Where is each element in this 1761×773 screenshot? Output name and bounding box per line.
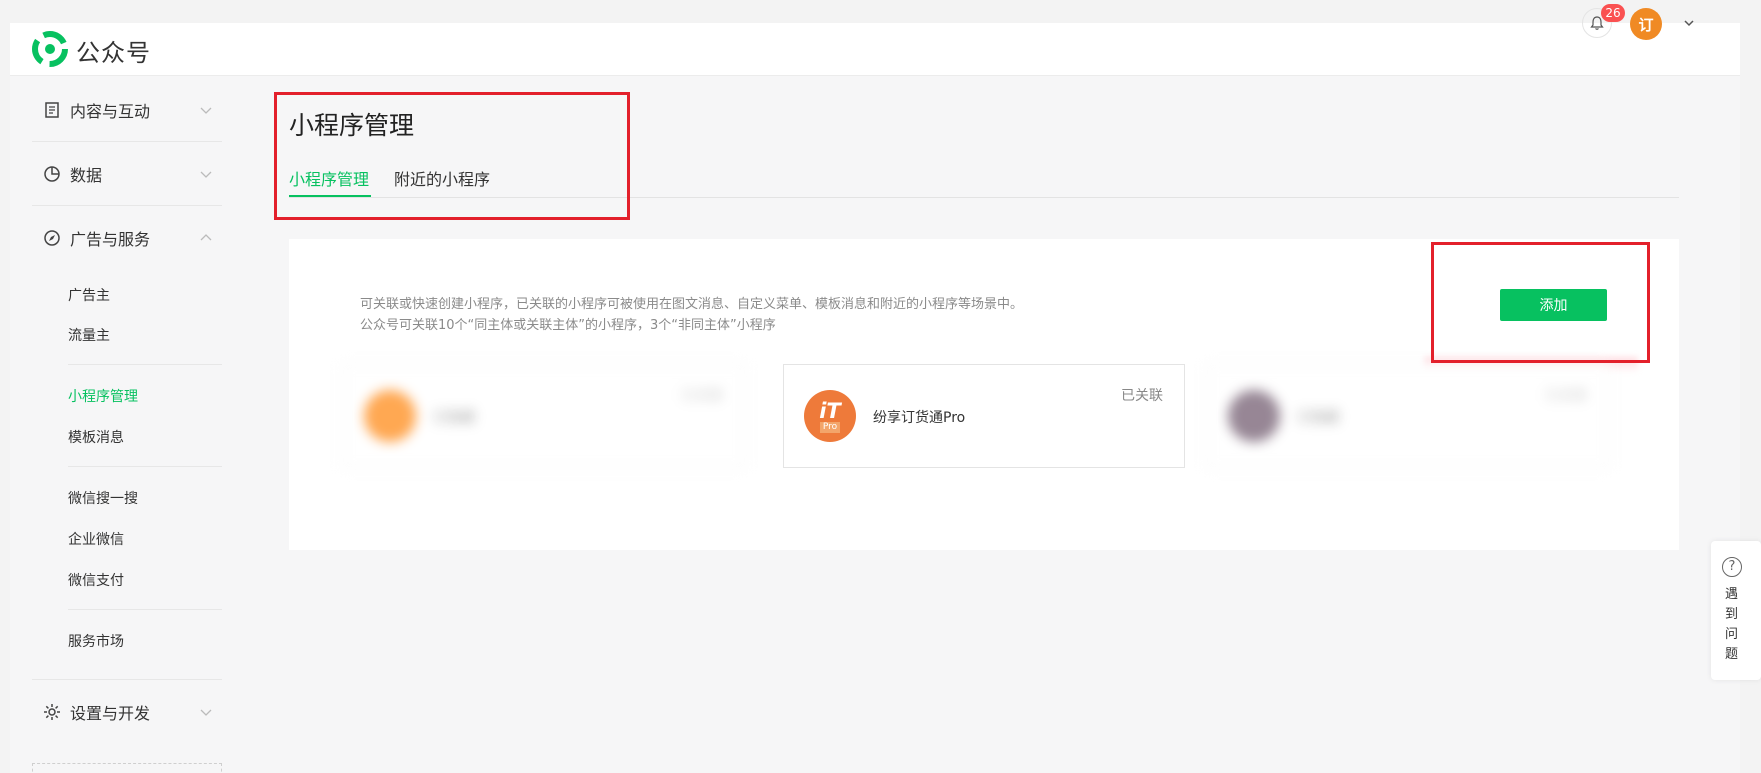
chevron-down-icon — [200, 107, 212, 114]
highlight-box-title — [274, 92, 630, 220]
highlight-box-add — [1431, 242, 1650, 363]
help-label: 遇到问题 — [1725, 587, 1739, 662]
sidebar-group-label: 设置与开发 — [70, 704, 151, 723]
document-icon — [45, 101, 59, 118]
sidebar-item-template-messages[interactable]: 模板消息 — [68, 427, 124, 447]
sidebar-group-settings-dev[interactable]: 设置与开发 — [32, 680, 222, 744]
miniprogram-item[interactable]: 已隐藏 已关联 — [1207, 364, 1609, 468]
divider — [68, 609, 222, 610]
help-panel[interactable]: ? 遇到问题 — [1711, 541, 1761, 680]
miniprogram-item[interactable]: iT Pro 纷享订货通Pro 已关联 — [783, 364, 1185, 468]
sidebar-item-service-market[interactable]: 服务市场 — [68, 631, 124, 651]
compass-icon — [44, 230, 60, 246]
sidebar-item-advertiser[interactable]: 广告主 — [68, 285, 110, 305]
sidebar-item-wecom[interactable]: 企业微信 — [68, 529, 124, 549]
dashed-placeholder — [32, 763, 222, 773]
miniprogram-status: 已关联 — [1545, 388, 1587, 404]
description-line: 可关联或快速创建小程序，已关联的小程序可被使用在图文消息、自定义菜单、模板消息和… — [360, 297, 1024, 312]
miniprogram-avatar-sub: Pro — [819, 421, 841, 433]
pie-chart-icon — [44, 165, 60, 182]
sidebar: 内容与互动 数据 广告与服务 广告主 流量主 小程序管理 模板消息 微信搜一搜 … — [10, 78, 224, 773]
avatar[interactable]: 订 — [1630, 8, 1662, 40]
chevron-up-icon — [200, 234, 212, 241]
miniprogram-avatar-text: iT — [819, 398, 841, 423]
sidebar-group-label: 数据 — [70, 165, 103, 185]
gear-icon — [44, 704, 60, 720]
divider — [68, 466, 222, 467]
wechat-official-logo-icon[interactable] — [32, 31, 68, 67]
miniprogram-name: 已隐藏 — [433, 410, 475, 426]
miniprogram-name: 已隐藏 — [1297, 410, 1339, 426]
sidebar-item-wechat-search[interactable]: 微信搜一搜 — [68, 488, 138, 508]
brand-title[interactable]: 公众号 — [76, 33, 151, 68]
sidebar-group-label: 广告与服务 — [70, 230, 151, 249]
miniprogram-avatar: iT Pro — [804, 390, 856, 442]
description-line: 公众号可关联10个“同主体或关联主体”的小程序，3个“非同主体”小程序 — [360, 318, 776, 333]
chevron-down-icon — [200, 171, 212, 178]
sidebar-item-traffic-owner[interactable]: 流量主 — [68, 325, 110, 345]
divider — [68, 364, 222, 365]
miniprogram-item[interactable]: 已隐藏 已关联 — [343, 364, 745, 468]
sidebar-item-miniprogram-management[interactable]: 小程序管理 — [68, 386, 138, 406]
question-icon: ? — [1722, 557, 1742, 577]
sidebar-group-content[interactable]: 内容与互动 — [32, 78, 222, 142]
miniprogram-status: 已关联 — [681, 388, 723, 404]
sidebar-item-wechat-pay[interactable]: 微信支付 — [68, 570, 124, 590]
miniprogram-avatar — [1228, 390, 1280, 442]
miniprogram-status: 已关联 — [1121, 388, 1163, 404]
sidebar-group-ads-services[interactable]: 广告与服务 — [32, 206, 222, 270]
chevron-down-icon[interactable] — [1682, 16, 1696, 30]
notification-badge: 26 — [1601, 4, 1625, 22]
sidebar-group-label: 内容与互动 — [70, 101, 151, 121]
miniprogram-avatar — [364, 390, 416, 442]
miniprogram-name: 纷享订货通Pro — [873, 410, 966, 426]
sidebar-group-data[interactable]: 数据 — [32, 142, 222, 206]
chevron-down-icon — [200, 709, 212, 716]
top-bar: 公众号 — [10, 23, 1740, 76]
